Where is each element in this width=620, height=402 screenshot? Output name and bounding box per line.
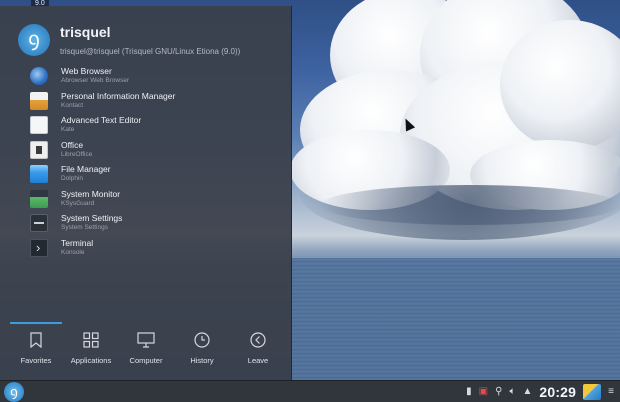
favorite-description: LibreOffice — [61, 150, 93, 158]
kontact-icon — [30, 91, 48, 110]
bookmark-icon — [6, 332, 66, 354]
favorite-title: System Settings — [61, 213, 123, 223]
tab-history[interactable]: History — [172, 332, 232, 372]
application-launcher-button[interactable]: ꝯ — [4, 382, 24, 402]
favorite-file-manager[interactable]: File Manager Dolphin — [30, 163, 280, 188]
panel-menu-icon[interactable]: ≡ — [608, 381, 614, 402]
system-settings-icon — [30, 214, 48, 232]
favorite-description: KSysGuard — [61, 199, 95, 207]
favorite-text-editor[interactable]: Advanced Text Editor Kate — [30, 114, 280, 139]
kate-icon — [30, 116, 48, 134]
favorite-description: Abrowser Web Browser — [61, 77, 130, 84]
ksysguard-icon — [30, 189, 48, 208]
favorite-system-monitor[interactable]: System Monitor KSysGuard — [30, 188, 280, 213]
libreoffice-icon — [30, 140, 48, 159]
user-switch-icon[interactable]: ⚲ — [495, 381, 502, 402]
tab-label: Favorites — [20, 356, 52, 365]
tab-label: Computer — [129, 356, 163, 365]
tab-label: Leave — [247, 356, 269, 365]
favorite-title: System Monitor — [61, 188, 121, 199]
favorite-description: Konsole — [61, 248, 85, 256]
sea — [290, 258, 620, 380]
system-tray: ▮ ▣ ⚲ 🔈︎ ▲ 20:29 ≡ — [466, 381, 614, 402]
favorite-terminal[interactable]: Terminal Konsole — [30, 237, 280, 262]
usb-icon[interactable]: ▮ — [466, 381, 472, 402]
expand-tray-icon[interactable]: ▲ — [522, 381, 532, 402]
tab-applications[interactable]: Applications — [61, 332, 121, 372]
taskbar: ꝯ ▮ ▣ ⚲ 🔈︎ ▲ 20:29 ≡ — [0, 380, 620, 402]
show-desktop-icon[interactable] — [583, 384, 602, 400]
tab-label: Applications — [70, 356, 112, 365]
monitor-icon — [116, 332, 176, 354]
tab-label: History — [190, 356, 214, 365]
favorite-title: Advanced Text Editor — [61, 115, 142, 125]
launcher-tab-bar: Favorites Applications Computer History … — [0, 320, 292, 376]
favorites-list: Web Browser Abrowser Web Browser Persona… — [30, 65, 280, 261]
tab-favorites[interactable]: Favorites — [6, 332, 66, 372]
user-subtitle: trisquel@trisquel (Trisquel GNU/Linux Et… — [60, 47, 241, 56]
user-avatar[interactable]: ꝯ — [18, 24, 50, 56]
favorite-title: Office — [61, 139, 84, 150]
clock-icon — [172, 332, 232, 354]
volume-icon[interactable]: 🔈︎ — [509, 381, 515, 402]
application-launcher: ꝯ trisquel trisquel@trisquel (Trisquel G… — [0, 6, 292, 380]
favorite-description: Kontact — [61, 101, 84, 109]
trisquel-logo-icon: ꝯ — [28, 28, 40, 51]
favorite-description: Kate — [61, 126, 75, 133]
favorite-pim[interactable]: Personal Information Manager Kontact — [30, 90, 280, 115]
tab-computer[interactable]: Computer — [116, 332, 176, 372]
web-browser-icon — [30, 67, 48, 85]
trisquel-logo-icon: ꝯ — [10, 384, 18, 400]
grid-icon — [61, 332, 121, 354]
leave-icon — [228, 332, 288, 354]
favorite-office[interactable]: Office LibreOffice — [30, 139, 280, 164]
digital-clock[interactable]: 20:29 — [539, 384, 576, 400]
network-icon[interactable]: ▣ — [479, 381, 488, 402]
active-tab-indicator — [10, 322, 62, 324]
favorite-web-browser[interactable]: Web Browser Abrowser Web Browser — [30, 65, 280, 90]
favorite-title: Personal Information Manager — [61, 90, 176, 101]
favorite-description: System Settings — [61, 224, 108, 231]
dolphin-icon — [30, 165, 48, 183]
favorite-system-settings[interactable]: System Settings System Settings — [30, 212, 280, 237]
favorite-title: Terminal — [61, 237, 94, 248]
konsole-icon — [30, 238, 48, 257]
favorite-title: Web Browser — [61, 66, 112, 76]
user-name: trisquel — [60, 24, 111, 40]
favorite-title: File Manager — [61, 164, 111, 174]
tab-leave[interactable]: Leave — [228, 332, 288, 372]
favorite-description: Dolphin — [61, 175, 84, 182]
